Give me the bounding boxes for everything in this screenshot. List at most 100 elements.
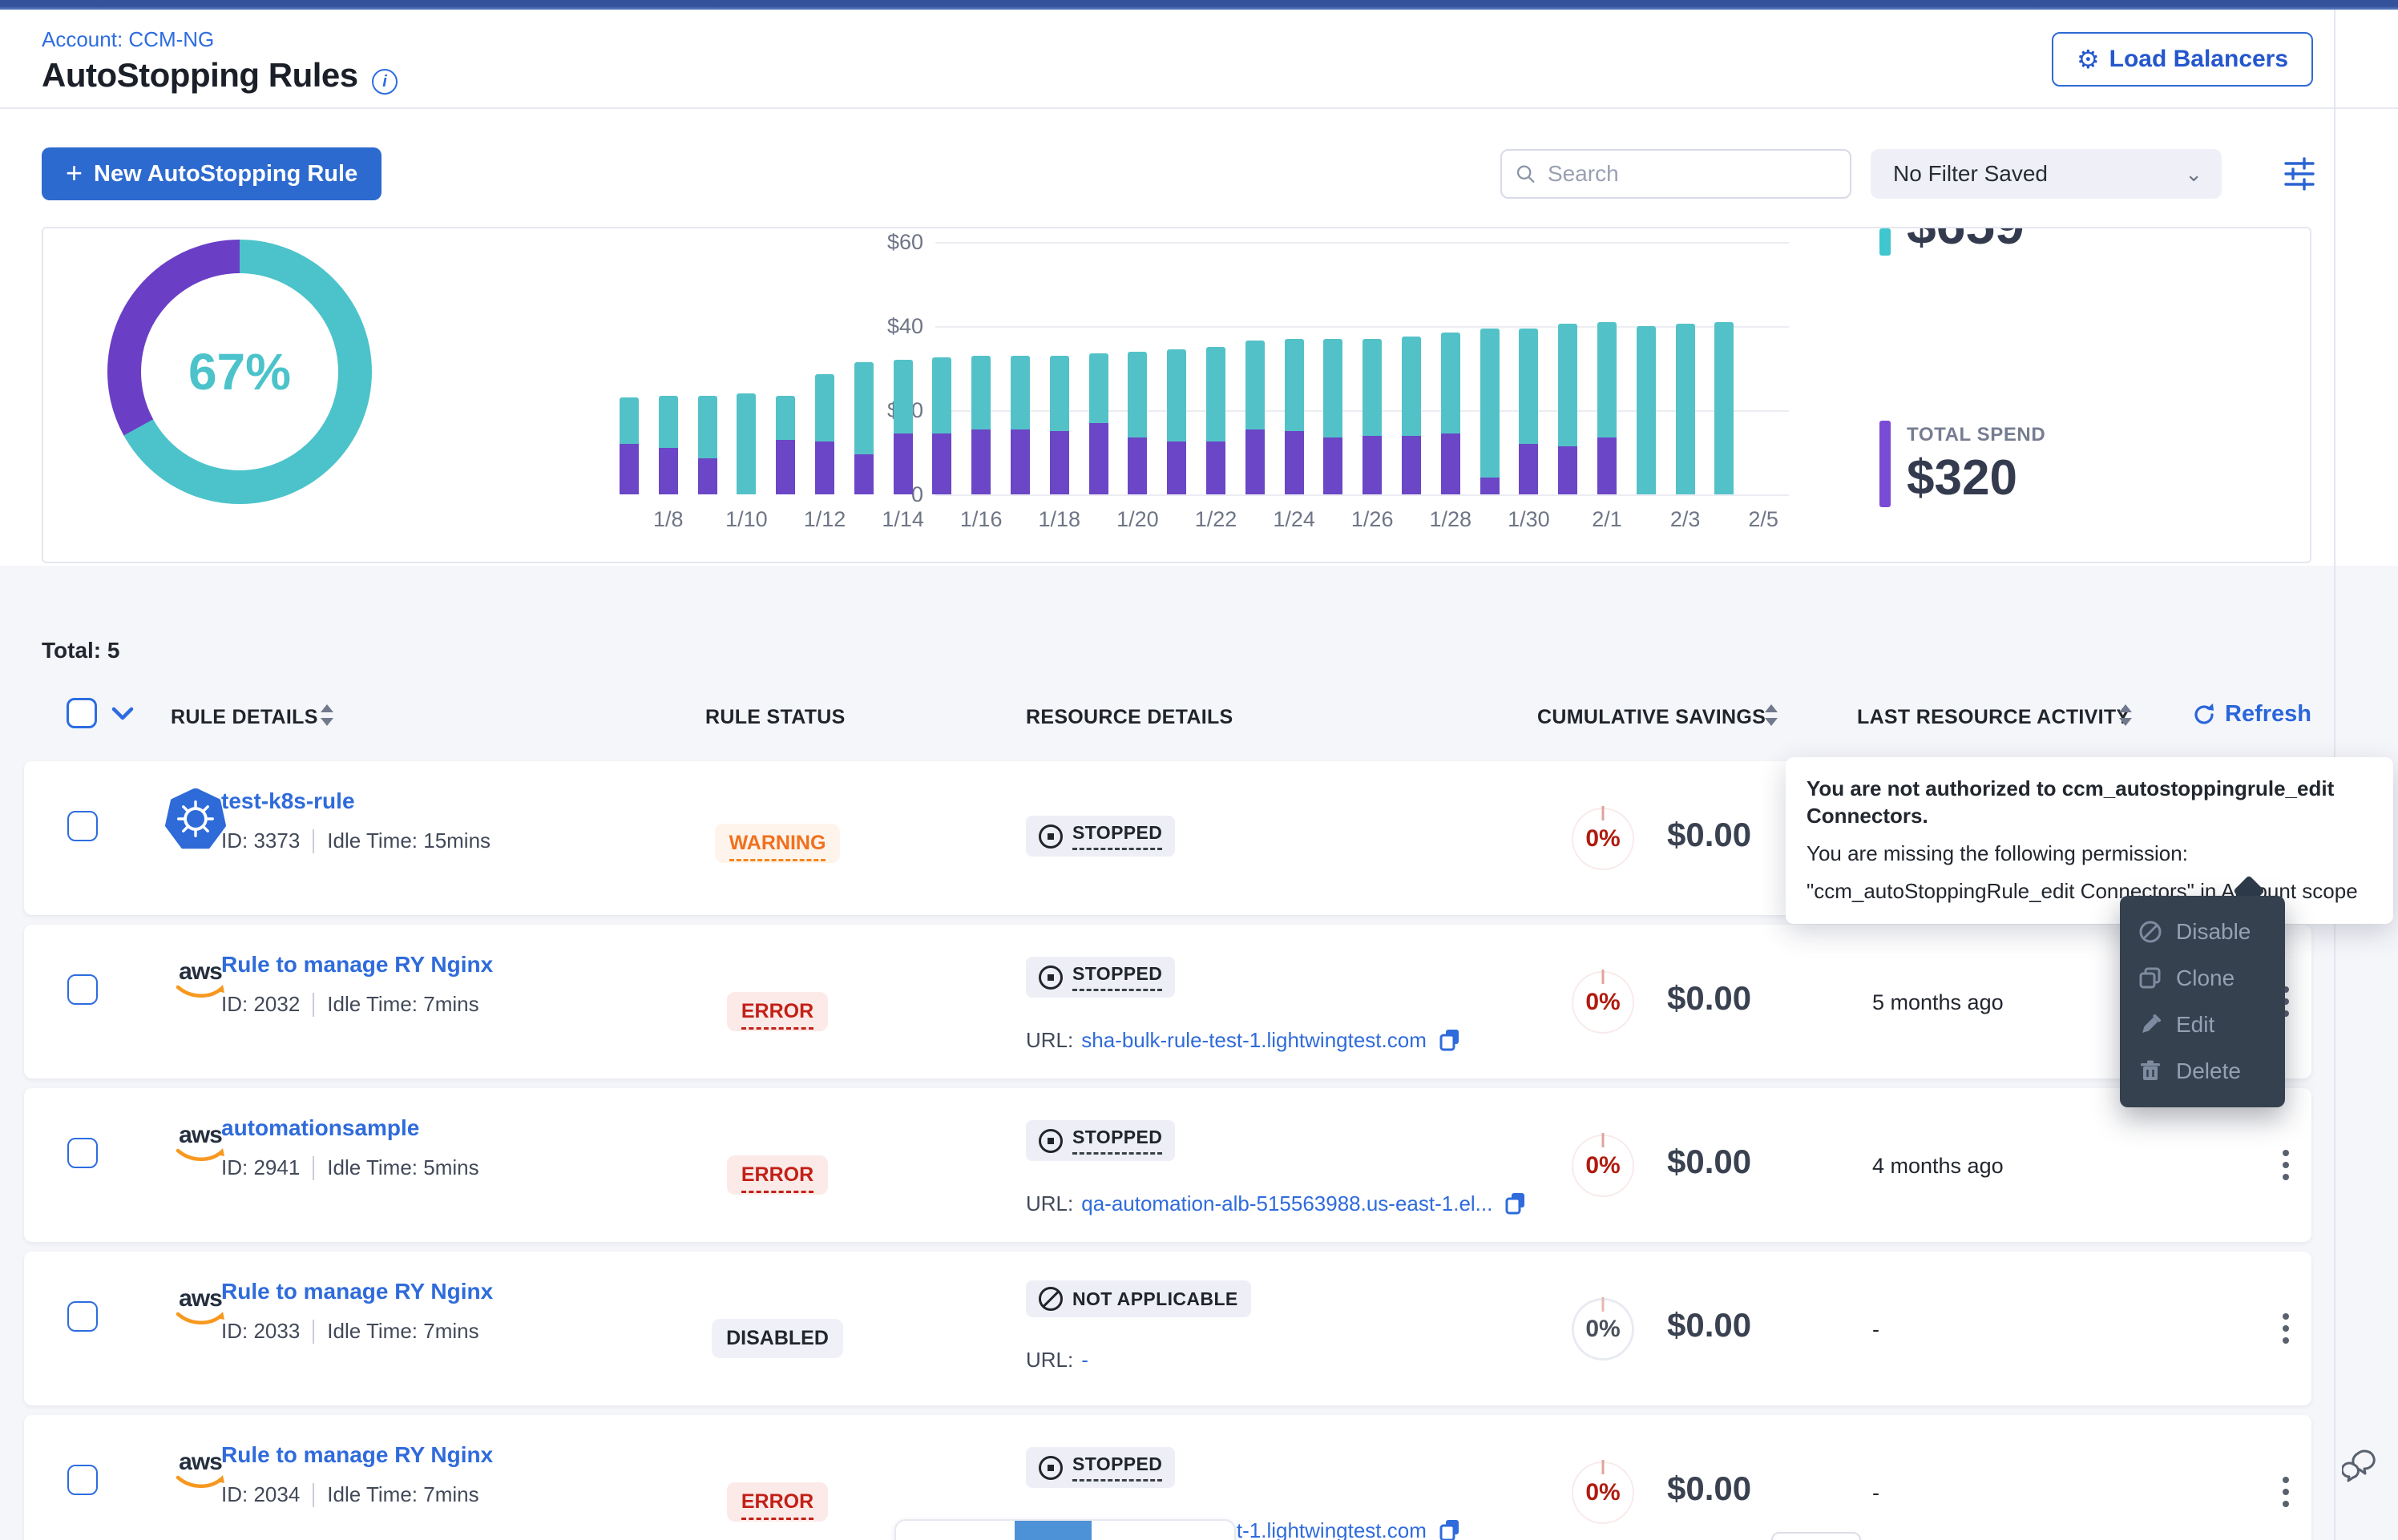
rule-id: ID: 3373 — [221, 828, 300, 853]
rule-status-badge[interactable]: WARNING — [715, 824, 841, 863]
resource-url-link[interactable]: sha-bulk-rule-test-1.lightwingtest.com — [1081, 1028, 1427, 1053]
menu-item-edit[interactable]: Edit — [2120, 1002, 2285, 1048]
page-header: Account: CCM-NG AutoStopping Rules i ⚙ L… — [0, 10, 2398, 109]
copy-icon[interactable] — [1438, 1518, 1462, 1540]
stacked-bar — [1597, 322, 1617, 494]
spend-accent-bar — [1879, 421, 1891, 507]
stacked-bar — [971, 356, 991, 494]
menu-item-clone[interactable]: Clone — [2120, 955, 2285, 1002]
copy-icon[interactable] — [1438, 1027, 1462, 1053]
pagination[interactable] — [894, 1519, 1236, 1540]
pagination-current-page[interactable] — [1015, 1521, 1092, 1540]
search-input[interactable] — [1548, 161, 1837, 187]
stacked-bar — [1402, 337, 1421, 494]
stacked-bar — [776, 396, 795, 494]
x-axis-tick: 1/28 — [1430, 507, 1472, 532]
x-axis-tick: 1/20 — [1116, 507, 1159, 532]
cumulative-savings-amount: $0.00 — [1667, 1469, 1751, 1508]
help-chat-icon[interactable] — [2342, 1447, 2380, 1486]
toolbar: + New AutoStopping Rule No Filter Saved … — [0, 109, 2398, 227]
stopped-icon — [1039, 966, 1063, 990]
load-balancers-button[interactable]: ⚙ Load Balancers — [2052, 32, 2313, 87]
delete-icon — [2138, 1058, 2163, 1084]
page-size-button[interactable] — [1771, 1532, 1861, 1540]
account-breadcrumb[interactable]: Account: CCM-NG — [42, 27, 214, 52]
table-row: aws automationsample ID: 2941 Idle Time:… — [24, 1088, 2311, 1242]
rule-name-link[interactable]: test-k8s-rule — [221, 788, 355, 814]
permission-tooltip: You are not authorized to ccm_autostoppi… — [1786, 757, 2393, 924]
resource-state-badge[interactable]: NOT APPLICABLE — [1026, 1280, 1251, 1317]
last-resource-activity: 4 months ago — [1872, 1154, 2004, 1179]
col-rule-details[interactable]: RULE DETAILS — [171, 706, 318, 729]
tooltip-line: "ccm_autoStoppingRule_edit Connectors" i… — [1807, 877, 2372, 905]
rule-status-badge[interactable]: DISABLED — [712, 1319, 843, 1358]
rule-id: ID: 2034 — [221, 1482, 300, 1507]
not-applicable-icon — [1039, 1287, 1063, 1311]
bulk-select-chevron-icon[interactable] — [111, 706, 135, 722]
last-resource-activity: - — [1872, 1481, 1879, 1506]
row-checkbox[interactable] — [67, 1301, 98, 1332]
last-resource-activity: - — [1872, 1317, 1879, 1342]
resource-state-badge[interactable]: STOPPED — [1026, 1447, 1175, 1488]
filter-sliders-icon[interactable] — [2281, 155, 2318, 192]
rule-id: ID: 2033 — [221, 1319, 300, 1344]
resource-state-badge[interactable]: STOPPED — [1026, 957, 1175, 998]
stacked-bar — [1362, 339, 1382, 494]
row-checkbox[interactable] — [67, 974, 98, 1005]
stacked-bar — [815, 374, 834, 494]
rule-idle-time: Idle Time: 7mins — [327, 1319, 478, 1344]
row-actions-kebab[interactable] — [2268, 1298, 2303, 1359]
rule-idle-time: Idle Time: 7mins — [327, 992, 478, 1017]
row-context-menu: Disable Clone Edit Delete — [2120, 896, 2285, 1107]
stacked-bar — [1637, 326, 1656, 494]
rule-status-badge[interactable]: ERROR — [727, 1482, 828, 1522]
menu-item-disable[interactable]: Disable — [2120, 909, 2285, 955]
rule-status-badge[interactable]: ERROR — [727, 1155, 828, 1195]
savings-gauge: 0% — [1572, 808, 1634, 870]
stacked-bar — [1128, 352, 1147, 495]
x-axis-tick: 1/30 — [1508, 507, 1550, 532]
rule-name-link[interactable]: Rule to manage RY Nginx — [221, 1279, 493, 1304]
resource-url-link[interactable]: - — [1081, 1348, 1088, 1373]
sort-icon[interactable] — [2117, 703, 2134, 728]
search-icon — [1515, 162, 1536, 186]
copy-icon[interactable] — [1504, 1191, 1528, 1216]
sort-icon[interactable] — [319, 703, 335, 728]
savings-gauge: 0% — [1572, 1461, 1634, 1524]
tooltip-line: You are not authorized to ccm_autostoppi… — [1807, 775, 2372, 829]
info-icon[interactable]: i — [372, 69, 398, 95]
resource-url-link[interactable]: qa-automation-alb-515563988.us-east-1.el… — [1081, 1191, 1492, 1216]
x-axis-tick: 1/22 — [1195, 507, 1237, 532]
resource-state-badge[interactable]: STOPPED — [1026, 816, 1175, 857]
col-rule-status: RULE STATUS — [705, 706, 846, 729]
x-axis-tick: 2/5 — [1748, 507, 1778, 532]
rule-name-link[interactable]: Rule to manage RY Nginx — [221, 952, 493, 978]
resource-state-badge[interactable]: STOPPED — [1026, 1120, 1175, 1161]
col-last-resource-activity[interactable]: LAST RESOURCE ACTIVITY — [1857, 706, 2130, 729]
row-actions-kebab[interactable] — [2268, 1461, 2303, 1522]
select-all-checkbox[interactable] — [67, 698, 97, 728]
menu-item-delete[interactable]: Delete — [2120, 1048, 2285, 1095]
col-cumulative-savings[interactable]: CUMULATIVE SAVINGS — [1537, 706, 1766, 729]
new-autostopping-rule-button[interactable]: + New AutoStopping Rule — [42, 147, 382, 200]
stacked-bar — [1167, 349, 1186, 494]
table-row: aws Rule to manage RY Nginx ID: 2033 Idl… — [24, 1252, 2311, 1405]
rule-name-link[interactable]: Rule to manage RY Nginx — [221, 1442, 493, 1468]
x-axis-tick: 1/10 — [725, 507, 768, 532]
row-checkbox[interactable] — [67, 1465, 98, 1495]
stacked-bar — [1285, 339, 1304, 494]
savings-percent-label: 67% — [188, 342, 291, 401]
saved-filter-select[interactable]: No Filter Saved ⌄ — [1871, 149, 2222, 199]
row-checkbox[interactable] — [67, 811, 98, 841]
rule-status-badge[interactable]: ERROR — [727, 992, 828, 1031]
refresh-button[interactable]: Refresh — [2191, 701, 2311, 728]
row-actions-kebab[interactable] — [2268, 1135, 2303, 1195]
cumulative-savings-amount: $0.00 — [1667, 816, 1751, 854]
x-axis-tick: 1/24 — [1273, 507, 1315, 532]
stacked-bar — [620, 397, 639, 494]
sort-icon[interactable] — [1763, 703, 1779, 728]
x-axis-tick: 1/18 — [1039, 507, 1081, 532]
x-axis-tick: 1/8 — [653, 507, 684, 532]
rule-name-link[interactable]: automationsample — [221, 1115, 419, 1141]
row-checkbox[interactable] — [67, 1138, 98, 1168]
